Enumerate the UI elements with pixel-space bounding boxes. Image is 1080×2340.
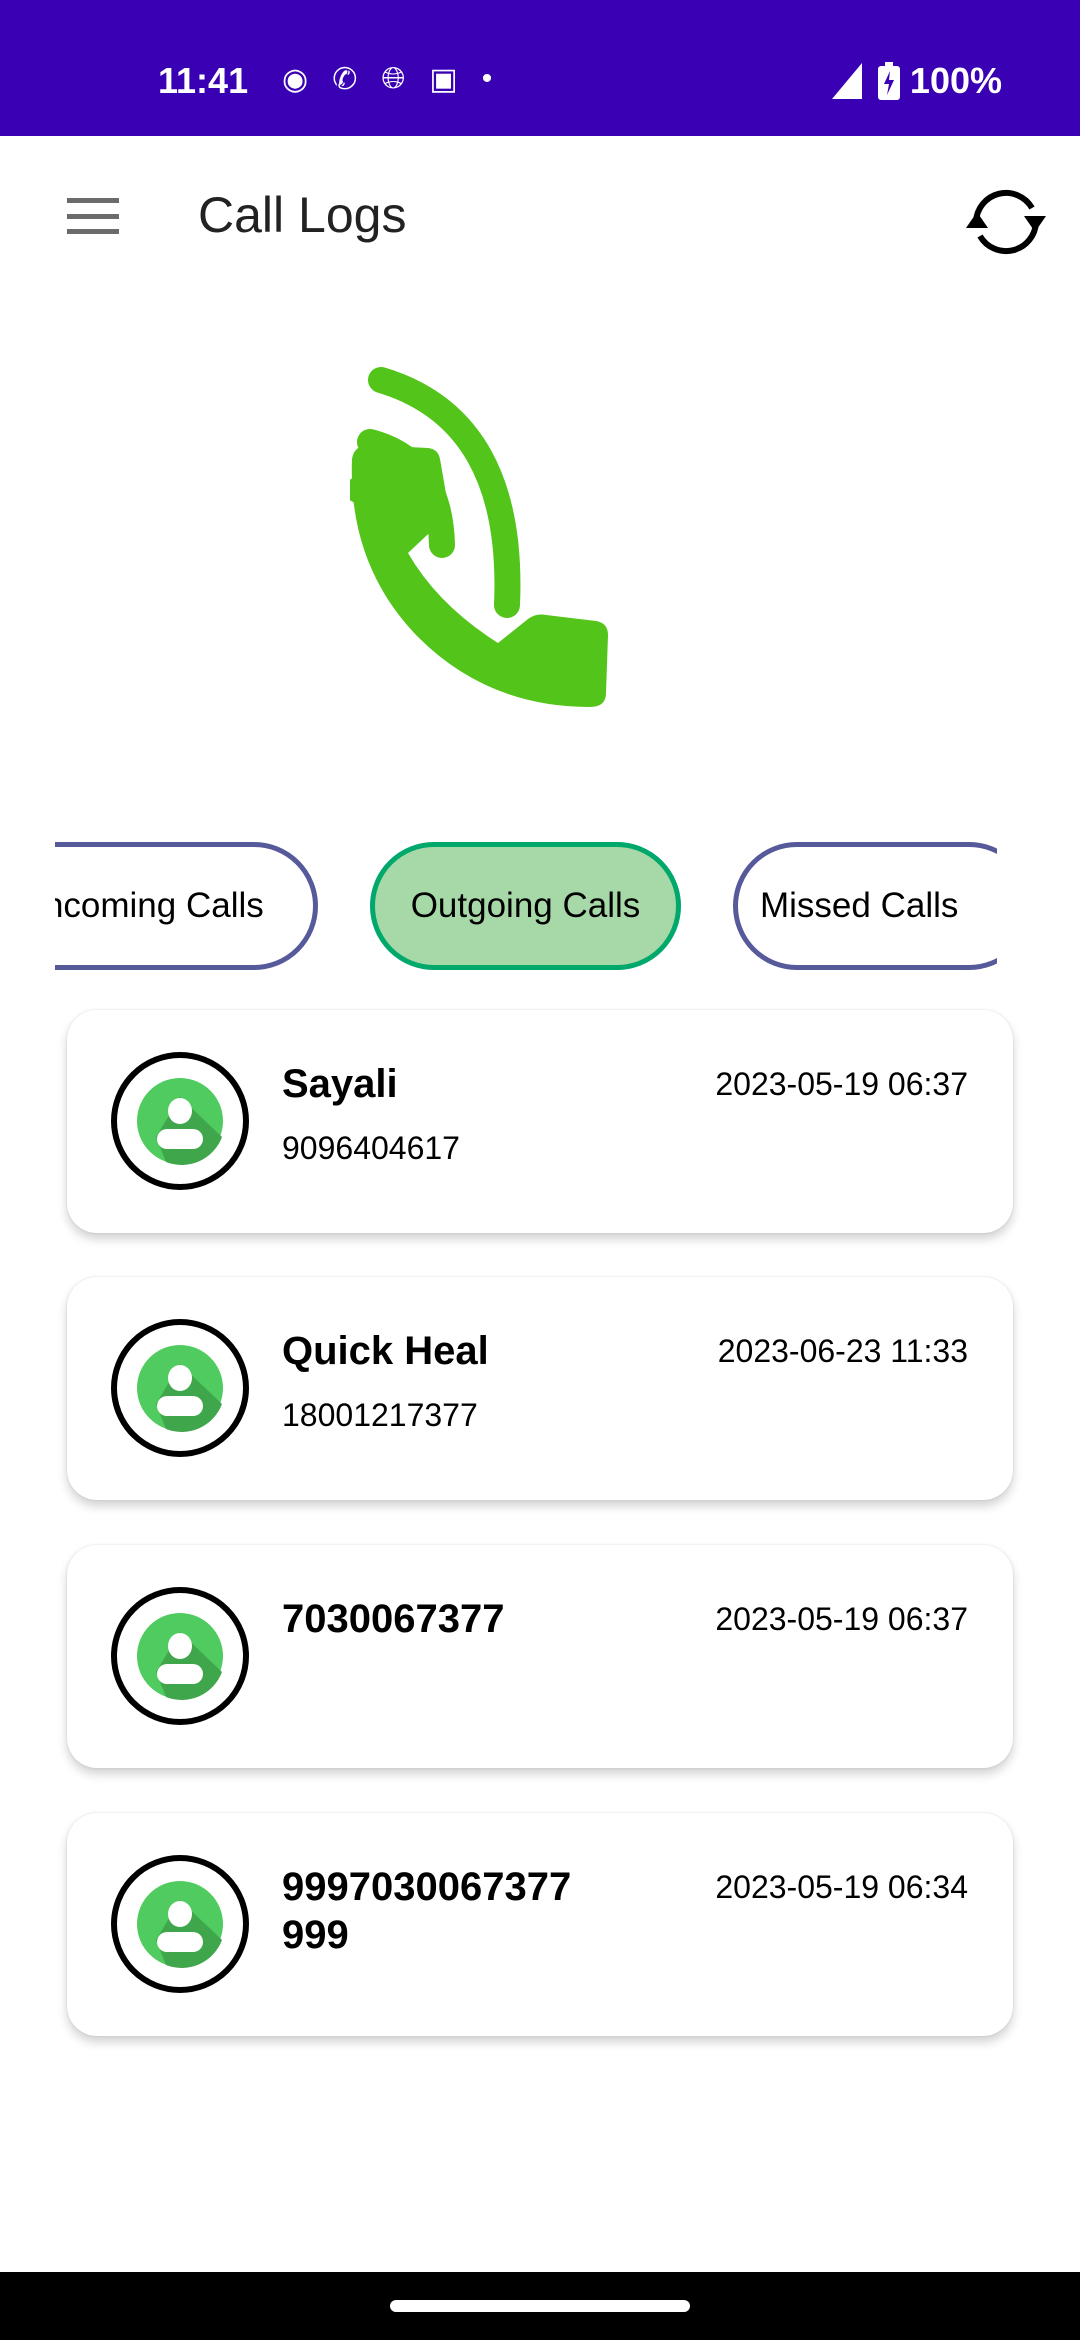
signal-icon bbox=[831, 63, 862, 99]
contact-name: 9997030067377999 bbox=[282, 1865, 572, 1957]
page-title: Call Logs bbox=[198, 187, 407, 243]
call-date: 2023-06-23 11:33 bbox=[717, 1333, 968, 1369]
toolbar: Call Logs bbox=[0, 136, 1080, 270]
call-date: 2023-05-19 06:37 bbox=[715, 1066, 968, 1102]
avatar bbox=[111, 1052, 249, 1190]
home-gesture-handle[interactable] bbox=[390, 2300, 690, 2312]
contact-icon bbox=[137, 1345, 223, 1432]
avatar bbox=[111, 1319, 249, 1457]
call-date: 2023-05-19 06:34 bbox=[715, 1869, 968, 1905]
navigation-bar bbox=[0, 2272, 1080, 2340]
call-log-item[interactable]: 9997030067377999 2023-05-19 06:34 bbox=[67, 1813, 1013, 2036]
zee5-icon: ◉ bbox=[282, 63, 309, 96]
battery-charging-icon bbox=[877, 62, 900, 100]
tab-incoming-calls[interactable]: Incoming Calls bbox=[55, 842, 318, 970]
notification-icons: ◉ ✆ 🌐︎ ▣ • bbox=[282, 62, 492, 97]
avatar bbox=[111, 1855, 249, 1993]
contact-number: 9096404617 bbox=[282, 1130, 460, 1166]
dot-icon: • bbox=[481, 62, 493, 95]
battery-level: 100% bbox=[909, 60, 1002, 101]
contact-name: Sayali bbox=[282, 1062, 398, 1106]
status-time: 11:41 bbox=[158, 60, 249, 101]
call-log-item[interactable]: Quick Heal 18001217377 2023-06-23 11:33 bbox=[67, 1277, 1013, 1500]
contact-icon bbox=[137, 1613, 223, 1700]
contact-name: 7030067377 bbox=[282, 1597, 505, 1641]
contact-icon bbox=[137, 1078, 223, 1165]
call-log-item[interactable]: 7030067377 2023-05-19 06:37 bbox=[67, 1545, 1013, 1768]
call-type-tabs: Incoming Calls Outgoing Calls Missed Cal… bbox=[55, 842, 997, 972]
call-log-item[interactable]: Sayali 9096404617 2023-05-19 06:37 bbox=[67, 1010, 1013, 1233]
call-date: 2023-05-19 06:37 bbox=[715, 1601, 968, 1637]
flipkart-icon: ▣ bbox=[429, 63, 458, 96]
phone-call-icon bbox=[350, 367, 608, 707]
contact-icon bbox=[137, 1881, 223, 1968]
contact-name: Quick Heal bbox=[282, 1329, 489, 1373]
contact-number: 18001217377 bbox=[282, 1397, 478, 1433]
refresh-icon[interactable] bbox=[962, 178, 1050, 266]
status-bar: 11:41 ◉ ✆ 🌐︎ ▣ • 100% bbox=[0, 0, 1080, 136]
whatsapp-icon: ✆ bbox=[332, 63, 358, 96]
avatar bbox=[111, 1587, 249, 1725]
vpn-globe-icon: 🌐︎ bbox=[381, 62, 406, 95]
menu-icon[interactable] bbox=[67, 198, 119, 234]
tab-outgoing-calls[interactable]: Outgoing Calls bbox=[370, 842, 681, 970]
tab-missed-calls[interactable]: Missed Calls bbox=[733, 842, 997, 970]
